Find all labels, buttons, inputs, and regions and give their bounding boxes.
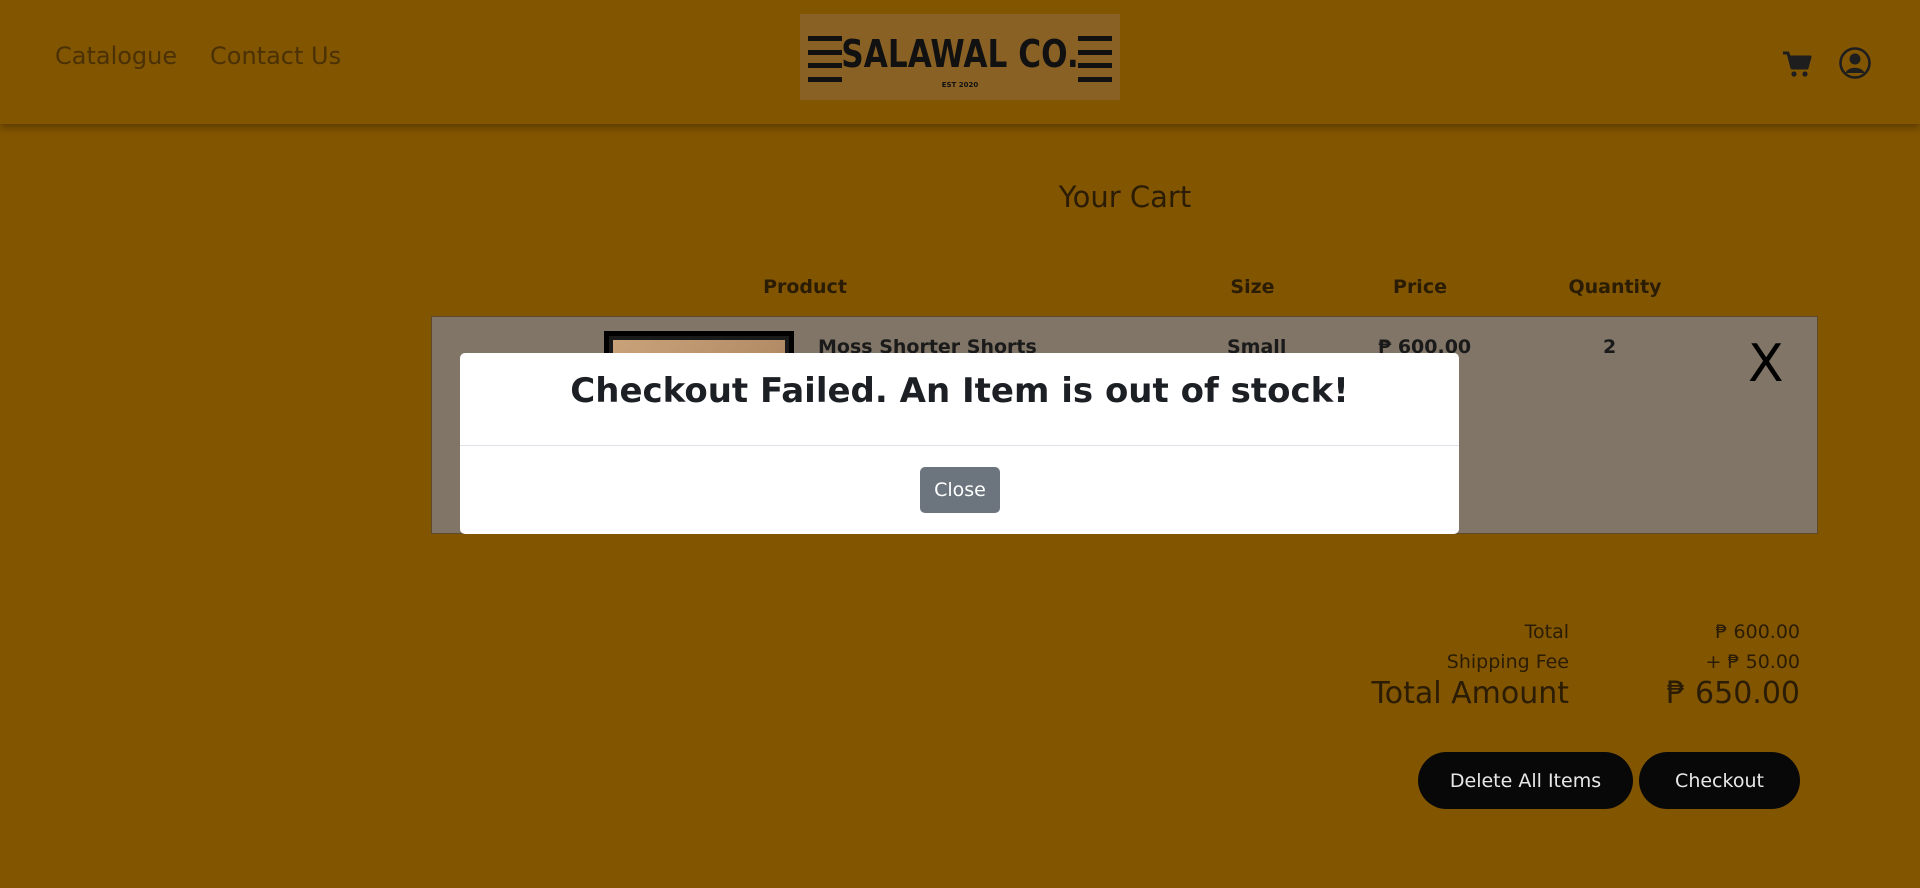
modal-close-button[interactable]: Close [920,467,1000,513]
modal-divider [460,445,1459,446]
checkout-failed-modal: Checkout Failed. An Item is out of stock… [460,353,1459,534]
modal-title: Checkout Failed. An Item is out of stock… [570,371,1349,411]
